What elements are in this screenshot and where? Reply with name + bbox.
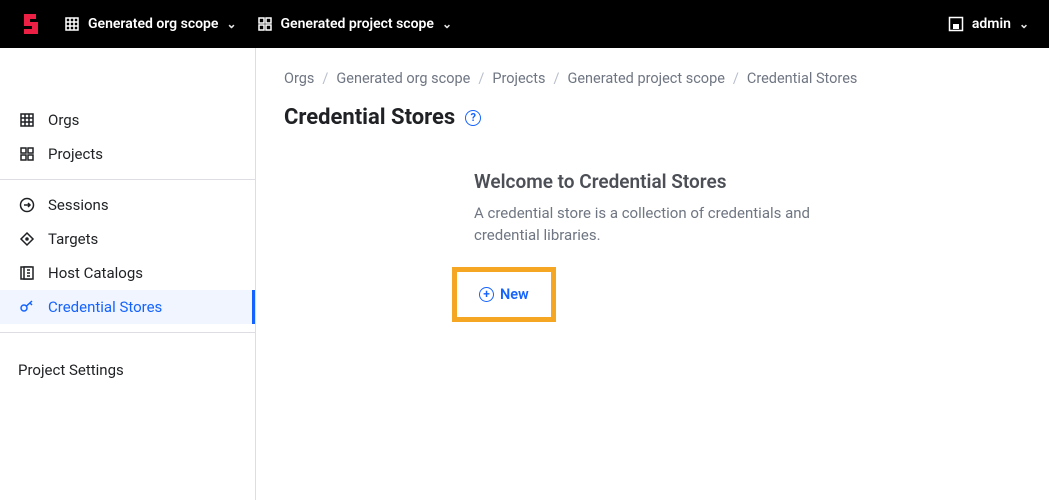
chevron-down-icon: ⌄	[1019, 17, 1029, 31]
sidebar-item-label: Projects	[48, 145, 103, 163]
top-header: Generated org scope ⌄ Generated project …	[0, 0, 1049, 48]
org-icon	[18, 111, 36, 129]
grid-icon	[257, 16, 273, 32]
empty-state: Welcome to Credential Stores A credentia…	[474, 170, 844, 322]
sidebar-item-label: Sessions	[48, 196, 109, 214]
user-box-icon	[948, 16, 964, 32]
project-scope-dropdown[interactable]: Generated project scope ⌄	[257, 16, 452, 32]
sidebar-item-label: Credential Stores	[48, 298, 162, 316]
plus-circle-icon: +	[479, 287, 494, 302]
sidebar-item-orgs[interactable]: Orgs	[0, 103, 255, 137]
breadcrumb-separator: /	[322, 70, 328, 87]
boundary-logo-icon	[20, 12, 44, 36]
sidebar-item-projects[interactable]: Projects	[0, 137, 255, 171]
empty-state-description: A credential store is a collection of cr…	[474, 203, 844, 247]
divider	[0, 179, 255, 180]
sidebar-item-label: Project Settings	[18, 361, 124, 379]
grid-icon	[18, 145, 36, 163]
user-menu[interactable]: admin ⌄	[948, 16, 1029, 32]
key-icon	[18, 298, 36, 316]
sidebar-item-sessions[interactable]: Sessions	[0, 188, 255, 222]
new-button[interactable]: + New	[479, 286, 529, 303]
breadcrumb-item[interactable]: Generated org scope	[336, 70, 470, 87]
org-scope-dropdown[interactable]: Generated org scope ⌄	[64, 16, 237, 32]
highlight-annotation: + New	[452, 267, 556, 322]
breadcrumb-item[interactable]: Generated project scope	[567, 70, 724, 87]
breadcrumb-separator: /	[553, 70, 559, 87]
chevron-down-icon: ⌄	[226, 17, 236, 31]
chevron-down-icon: ⌄	[442, 17, 452, 31]
breadcrumb-item[interactable]: Projects	[492, 70, 545, 87]
page-title: Credential Stores	[284, 105, 455, 130]
exit-icon	[18, 196, 36, 214]
sidebar: Orgs Projects Sessions Targets Host Cat	[0, 48, 256, 500]
project-scope-label: Generated project scope	[281, 16, 434, 32]
org-icon	[64, 16, 80, 32]
breadcrumb: Orgs / Generated org scope / Projects / …	[284, 70, 1021, 87]
breadcrumb-item[interactable]: Orgs	[284, 70, 314, 87]
new-button-label: New	[500, 286, 529, 303]
org-scope-label: Generated org scope	[88, 16, 218, 32]
breadcrumb-separator: /	[478, 70, 484, 87]
sidebar-item-host-catalogs[interactable]: Host Catalogs	[0, 256, 255, 290]
sidebar-item-label: Host Catalogs	[48, 264, 143, 282]
help-icon[interactable]: ?	[465, 110, 481, 126]
sidebar-item-label: Orgs	[48, 111, 79, 129]
divider	[0, 332, 255, 333]
main-content: Orgs / Generated org scope / Projects / …	[256, 48, 1049, 500]
sidebar-item-project-settings[interactable]: Project Settings	[0, 353, 255, 387]
server-icon	[18, 264, 36, 282]
page-title-row: Credential Stores ?	[284, 105, 1021, 130]
empty-state-title: Welcome to Credential Stores	[474, 170, 844, 193]
breadcrumb-separator: /	[733, 70, 739, 87]
sidebar-item-label: Targets	[48, 230, 98, 248]
app-logo[interactable]	[20, 12, 44, 36]
breadcrumb-item[interactable]: Credential Stores	[747, 70, 858, 87]
sidebar-item-targets[interactable]: Targets	[0, 222, 255, 256]
user-label: admin	[972, 16, 1011, 32]
sidebar-item-credential-stores[interactable]: Credential Stores	[0, 290, 255, 324]
target-icon	[18, 230, 36, 248]
